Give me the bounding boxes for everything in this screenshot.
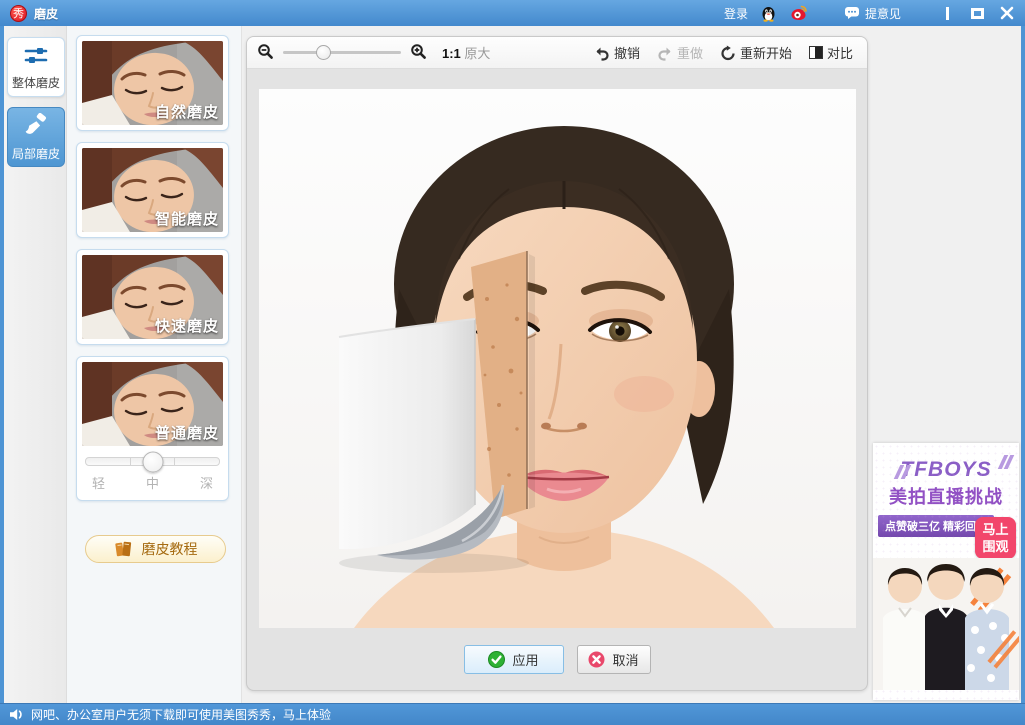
preset-smart-label: 智能磨皮 [155,208,219,229]
tab-partial-label: 局部磨皮 [12,145,60,162]
preset-panel: 自然磨皮 智能磨皮 快速磨皮 普通磨皮 [67,26,242,703]
sliders-icon [23,44,49,69]
qq-icon[interactable] [760,4,778,22]
strength-label-deep: 深 [200,473,213,492]
ad-badge-line2: 围观 [975,538,1016,555]
undo-icon [594,45,610,61]
app-logo-icon: 秀 [10,5,27,22]
maximize-button[interactable] [969,5,985,21]
tab-partial-smoothing[interactable]: 局部磨皮 [7,107,65,167]
strength-slider-handle[interactable] [142,451,163,472]
compare-button[interactable]: 对比 [809,43,853,62]
tab-overall-label: 整体磨皮 [12,74,60,91]
preset-normal-thumb: 普通磨皮 [82,362,223,446]
feedback-label: 提意见 [865,5,901,22]
strength-tick-2 [174,458,175,465]
strength-label-medium: 中 [146,473,159,492]
window-title: 磨皮 [34,5,58,22]
main-area: 1:1 原大 撤销 [242,26,1021,703]
mode-tabstrip: 整体磨皮 局部磨皮 [4,26,67,703]
strength-labels: 轻 中 深 [85,473,220,492]
apply-button-label: 应用 [512,650,538,669]
redo-icon [657,45,673,61]
preset-fast-label: 快速磨皮 [155,315,219,336]
statusbar: 网吧、办公室用户无须下载即可使用美图秀秀，马上体验 [0,703,1025,725]
brush-icon [23,113,49,140]
zoom-slider-handle[interactable] [316,45,331,60]
action-row: 应用 取消 [464,628,651,691]
history-tools: 撤销 重做 [594,43,857,62]
speaker-icon [9,708,24,721]
apply-check-icon [488,651,505,668]
preset-fast[interactable]: 快速磨皮 [76,249,229,345]
strength-slider-track[interactable] [85,457,220,466]
preset-smart[interactable]: 智能磨皮 [76,142,229,238]
canvas-body: 应用 取消 [247,69,867,691]
zoom-ratio[interactable]: 1:1 原大 [442,43,490,62]
zoom-slider-track[interactable] [283,51,401,54]
strength-control: 轻 中 深 [82,446,223,495]
login-link[interactable]: 登录 [724,5,748,22]
cancel-button-label: 取消 [612,650,638,669]
preset-fast-thumb: 快速磨皮 [82,255,223,339]
speech-bubble-icon [844,6,860,20]
edited-photo[interactable] [259,89,856,628]
ad-badge-line1: 马上 [975,521,1016,538]
redo-button[interactable]: 重做 [657,43,703,62]
ad-photo [873,558,1019,690]
statusbar-text[interactable]: 网吧、办公室用户无须下载即可使用美图秀秀，马上体验 [31,706,331,723]
preset-natural-thumb: 自然磨皮 [82,41,223,125]
app-logo-glyph: 秀 [13,5,24,21]
zoom-out-icon[interactable] [257,43,274,63]
canvas-toolbar: 1:1 原大 撤销 [247,37,867,69]
strength-label-light: 轻 [92,473,105,492]
preset-smart-thumb: 智能磨皮 [82,148,223,232]
books-icon [114,540,133,558]
restart-icon [720,45,736,61]
ad-badge[interactable]: 马上 围观 [975,517,1016,559]
tutorial-button[interactable]: 磨皮教程 [85,535,226,563]
feedback-button[interactable]: 提意见 [844,5,901,22]
strength-tick-1 [130,458,131,465]
weibo-icon[interactable] [790,4,808,22]
undo-button[interactable]: 撤销 [594,43,640,62]
zoom-in-icon[interactable] [410,43,427,63]
compare-icon [809,46,823,59]
restart-button[interactable]: 重新开始 [720,43,792,62]
titlebar: 秀 磨皮 登录 [0,0,1025,26]
app-body: 整体磨皮 局部磨皮 自然磨皮 [4,26,1021,703]
apply-button[interactable]: 应用 [464,645,564,674]
cancel-button[interactable]: 取消 [577,645,651,674]
restart-label: 重新开始 [740,43,792,62]
app-window: 秀 磨皮 登录 [0,0,1025,725]
canvas-panel: 1:1 原大 撤销 [246,36,868,691]
window-controls [939,5,1015,21]
tab-overall-smoothing[interactable]: 整体磨皮 [7,37,65,97]
compare-label: 对比 [827,43,853,62]
titlebar-left: 秀 磨皮 [10,5,58,22]
zoom-slider[interactable] [283,44,401,61]
minimize-button[interactable] [939,5,955,21]
ad-banner[interactable]: TFBOYS 美拍直播挑战 点赞破三亿 精彩回放 马上 围观 [873,443,1019,700]
titlebar-right: 登录 [724,4,1015,22]
cancel-x-icon [588,651,605,668]
ad-subtitle: 美拍直播挑战 [873,483,1019,509]
preset-natural-label: 自然磨皮 [155,101,219,122]
zoom-ratio-value: 1:1 [442,46,461,61]
redo-label: 重做 [677,43,703,62]
close-button[interactable] [999,5,1015,21]
preset-normal-label: 普通磨皮 [155,422,219,443]
undo-label: 撤销 [614,43,640,62]
tutorial-button-label: 磨皮教程 [142,539,198,559]
preset-natural[interactable]: 自然磨皮 [76,35,229,131]
zoom-ratio-suffix: 原大 [464,46,490,61]
preset-normal[interactable]: 普通磨皮 轻 中 深 [76,356,229,501]
